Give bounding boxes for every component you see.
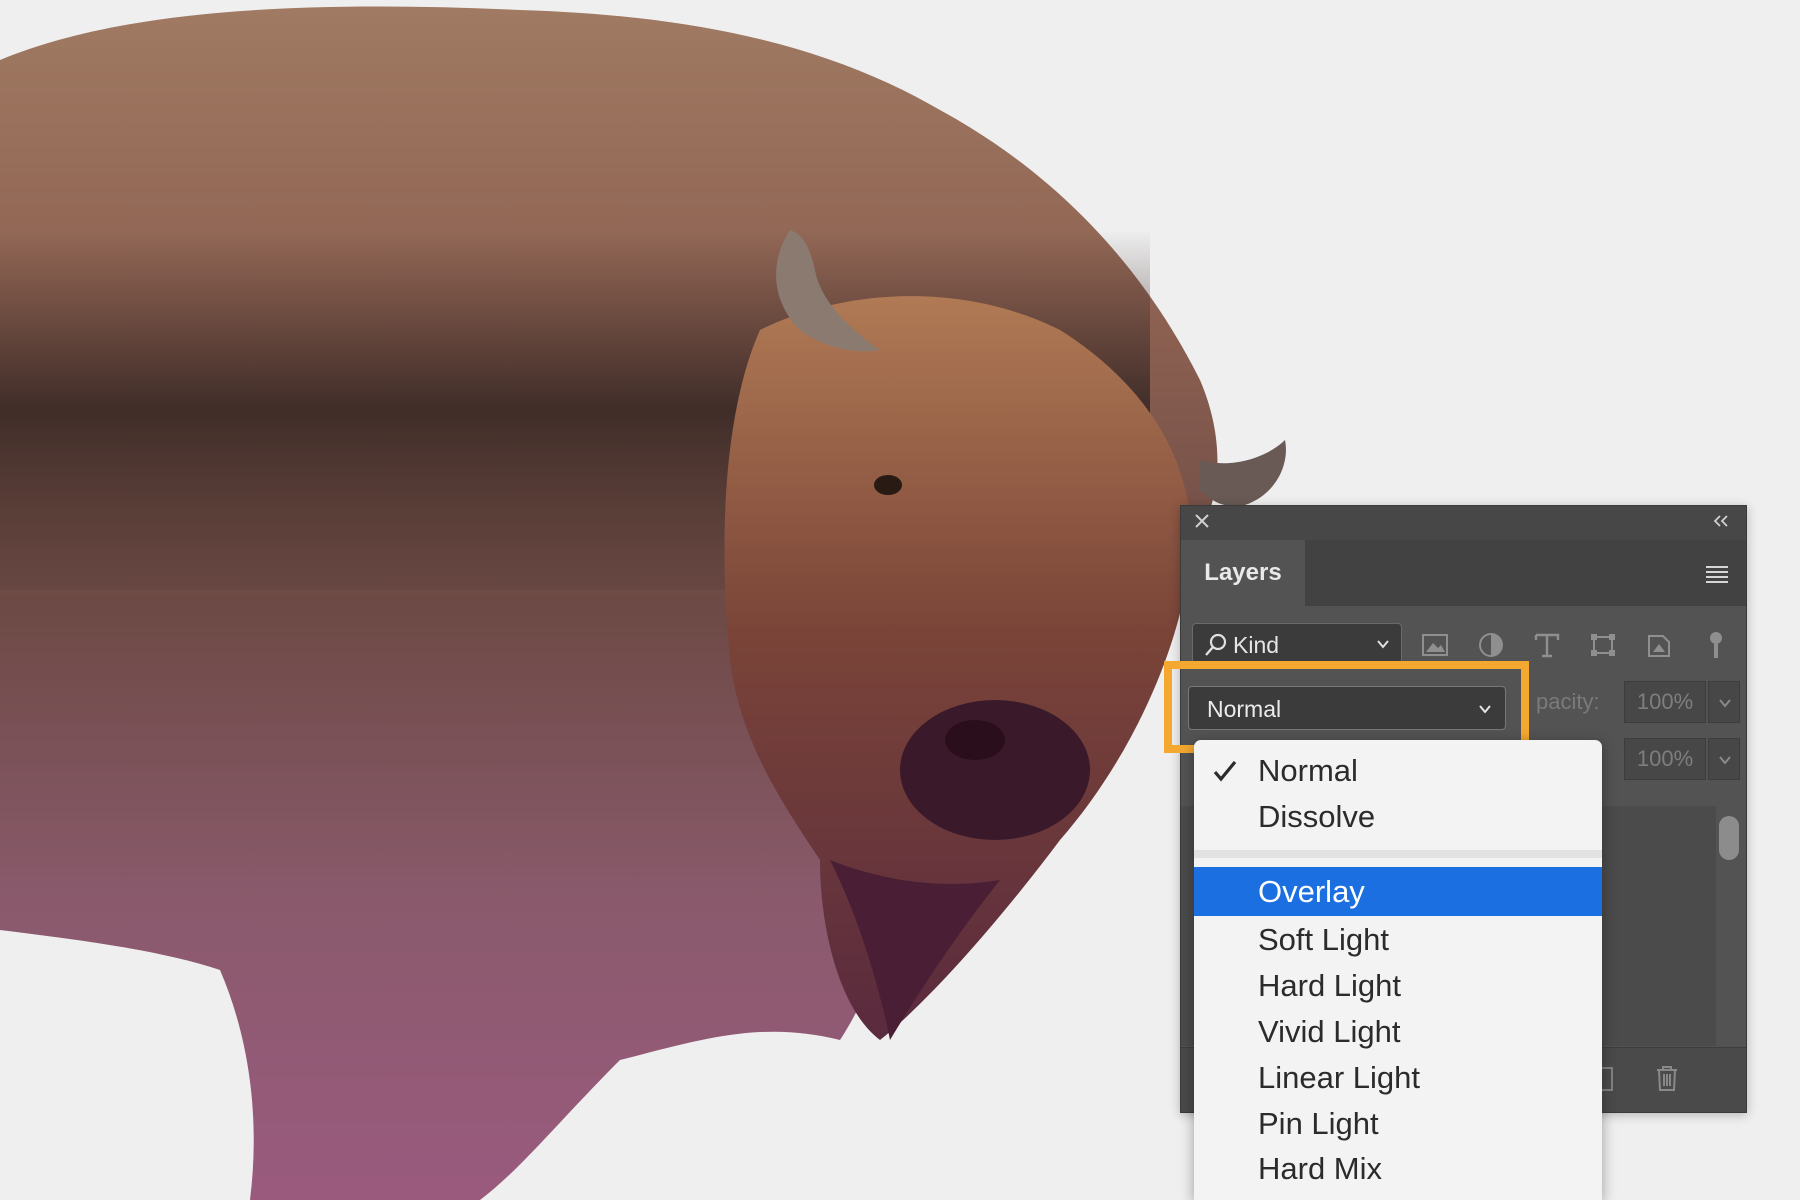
menu-item-label: Vivid Light: [1258, 1014, 1401, 1049]
close-icon[interactable]: [1193, 512, 1211, 530]
menu-item-vivid-light[interactable]: Vivid Light: [1194, 1009, 1602, 1055]
panel-title-bar[interactable]: [1181, 506, 1746, 540]
menu-item-label: Hard Light: [1258, 968, 1402, 1003]
type-filter-icon[interactable]: [1533, 632, 1561, 658]
filter-toggle-icon[interactable]: [1703, 632, 1729, 658]
opacity-dropdown-button[interactable]: [1708, 681, 1740, 723]
smart-object-filter-icon[interactable]: [1645, 632, 1673, 658]
menu-item-label: Pin Light: [1258, 1106, 1379, 1141]
bison-muzzle: [900, 700, 1090, 840]
image-filter-icon[interactable]: [1421, 632, 1449, 658]
menu-item-label: Dissolve: [1258, 799, 1376, 834]
kind-filter-label: Kind: [1233, 632, 1280, 658]
fill-dropdown-button[interactable]: [1708, 738, 1740, 780]
menu-item-label: Linear Light: [1258, 1060, 1421, 1095]
menu-item-overlay[interactable]: Overlay: [1194, 867, 1602, 916]
bison-eye: [874, 475, 902, 495]
menu-item-label: Soft Light: [1258, 922, 1389, 957]
magnifier-icon: [1205, 633, 1227, 656]
chevron-down-icon: [1377, 640, 1389, 649]
menu-item-soft-light[interactable]: Soft Light: [1194, 917, 1602, 963]
tab-layers[interactable]: Layers: [1181, 540, 1305, 606]
menu-separator: [1194, 850, 1602, 858]
fill-field[interactable]: 100%: [1624, 738, 1706, 780]
bison-nostril: [945, 720, 1005, 760]
menu-item-label: Hard Mix: [1258, 1151, 1383, 1186]
checkmark-icon: [1213, 760, 1237, 782]
menu-item-pin-light[interactable]: Pin Light: [1194, 1101, 1602, 1147]
blend-mode-menu: Normal Dissolve Overlay Soft Light Hard …: [1194, 740, 1602, 1200]
collapse-icon[interactable]: [1710, 510, 1732, 532]
opacity-field[interactable]: 100%: [1624, 681, 1706, 723]
chevron-down-icon: [1719, 756, 1731, 765]
scrollbar-thumb[interactable]: [1719, 816, 1739, 860]
panel-menu-icon[interactable]: [1704, 564, 1730, 584]
menu-item-label: Overlay: [1258, 874, 1365, 909]
chevron-down-icon: [1719, 699, 1731, 708]
menu-item-hard-light[interactable]: Hard Light: [1194, 963, 1602, 1009]
adjustment-filter-icon[interactable]: [1477, 632, 1505, 658]
kind-filter-select[interactable]: Kind: [1192, 623, 1402, 665]
menu-item-normal[interactable]: Normal: [1194, 748, 1602, 794]
menu-item-dissolve[interactable]: Dissolve: [1194, 794, 1602, 840]
menu-item-label: Normal: [1258, 753, 1358, 788]
menu-item-hard-mix[interactable]: Hard Mix: [1194, 1146, 1602, 1192]
menu-item-linear-light[interactable]: Linear Light: [1194, 1055, 1602, 1101]
opacity-label: pacity:: [1536, 689, 1600, 714]
trash-icon[interactable]: [1654, 1064, 1680, 1092]
shape-filter-icon[interactable]: [1589, 632, 1617, 658]
